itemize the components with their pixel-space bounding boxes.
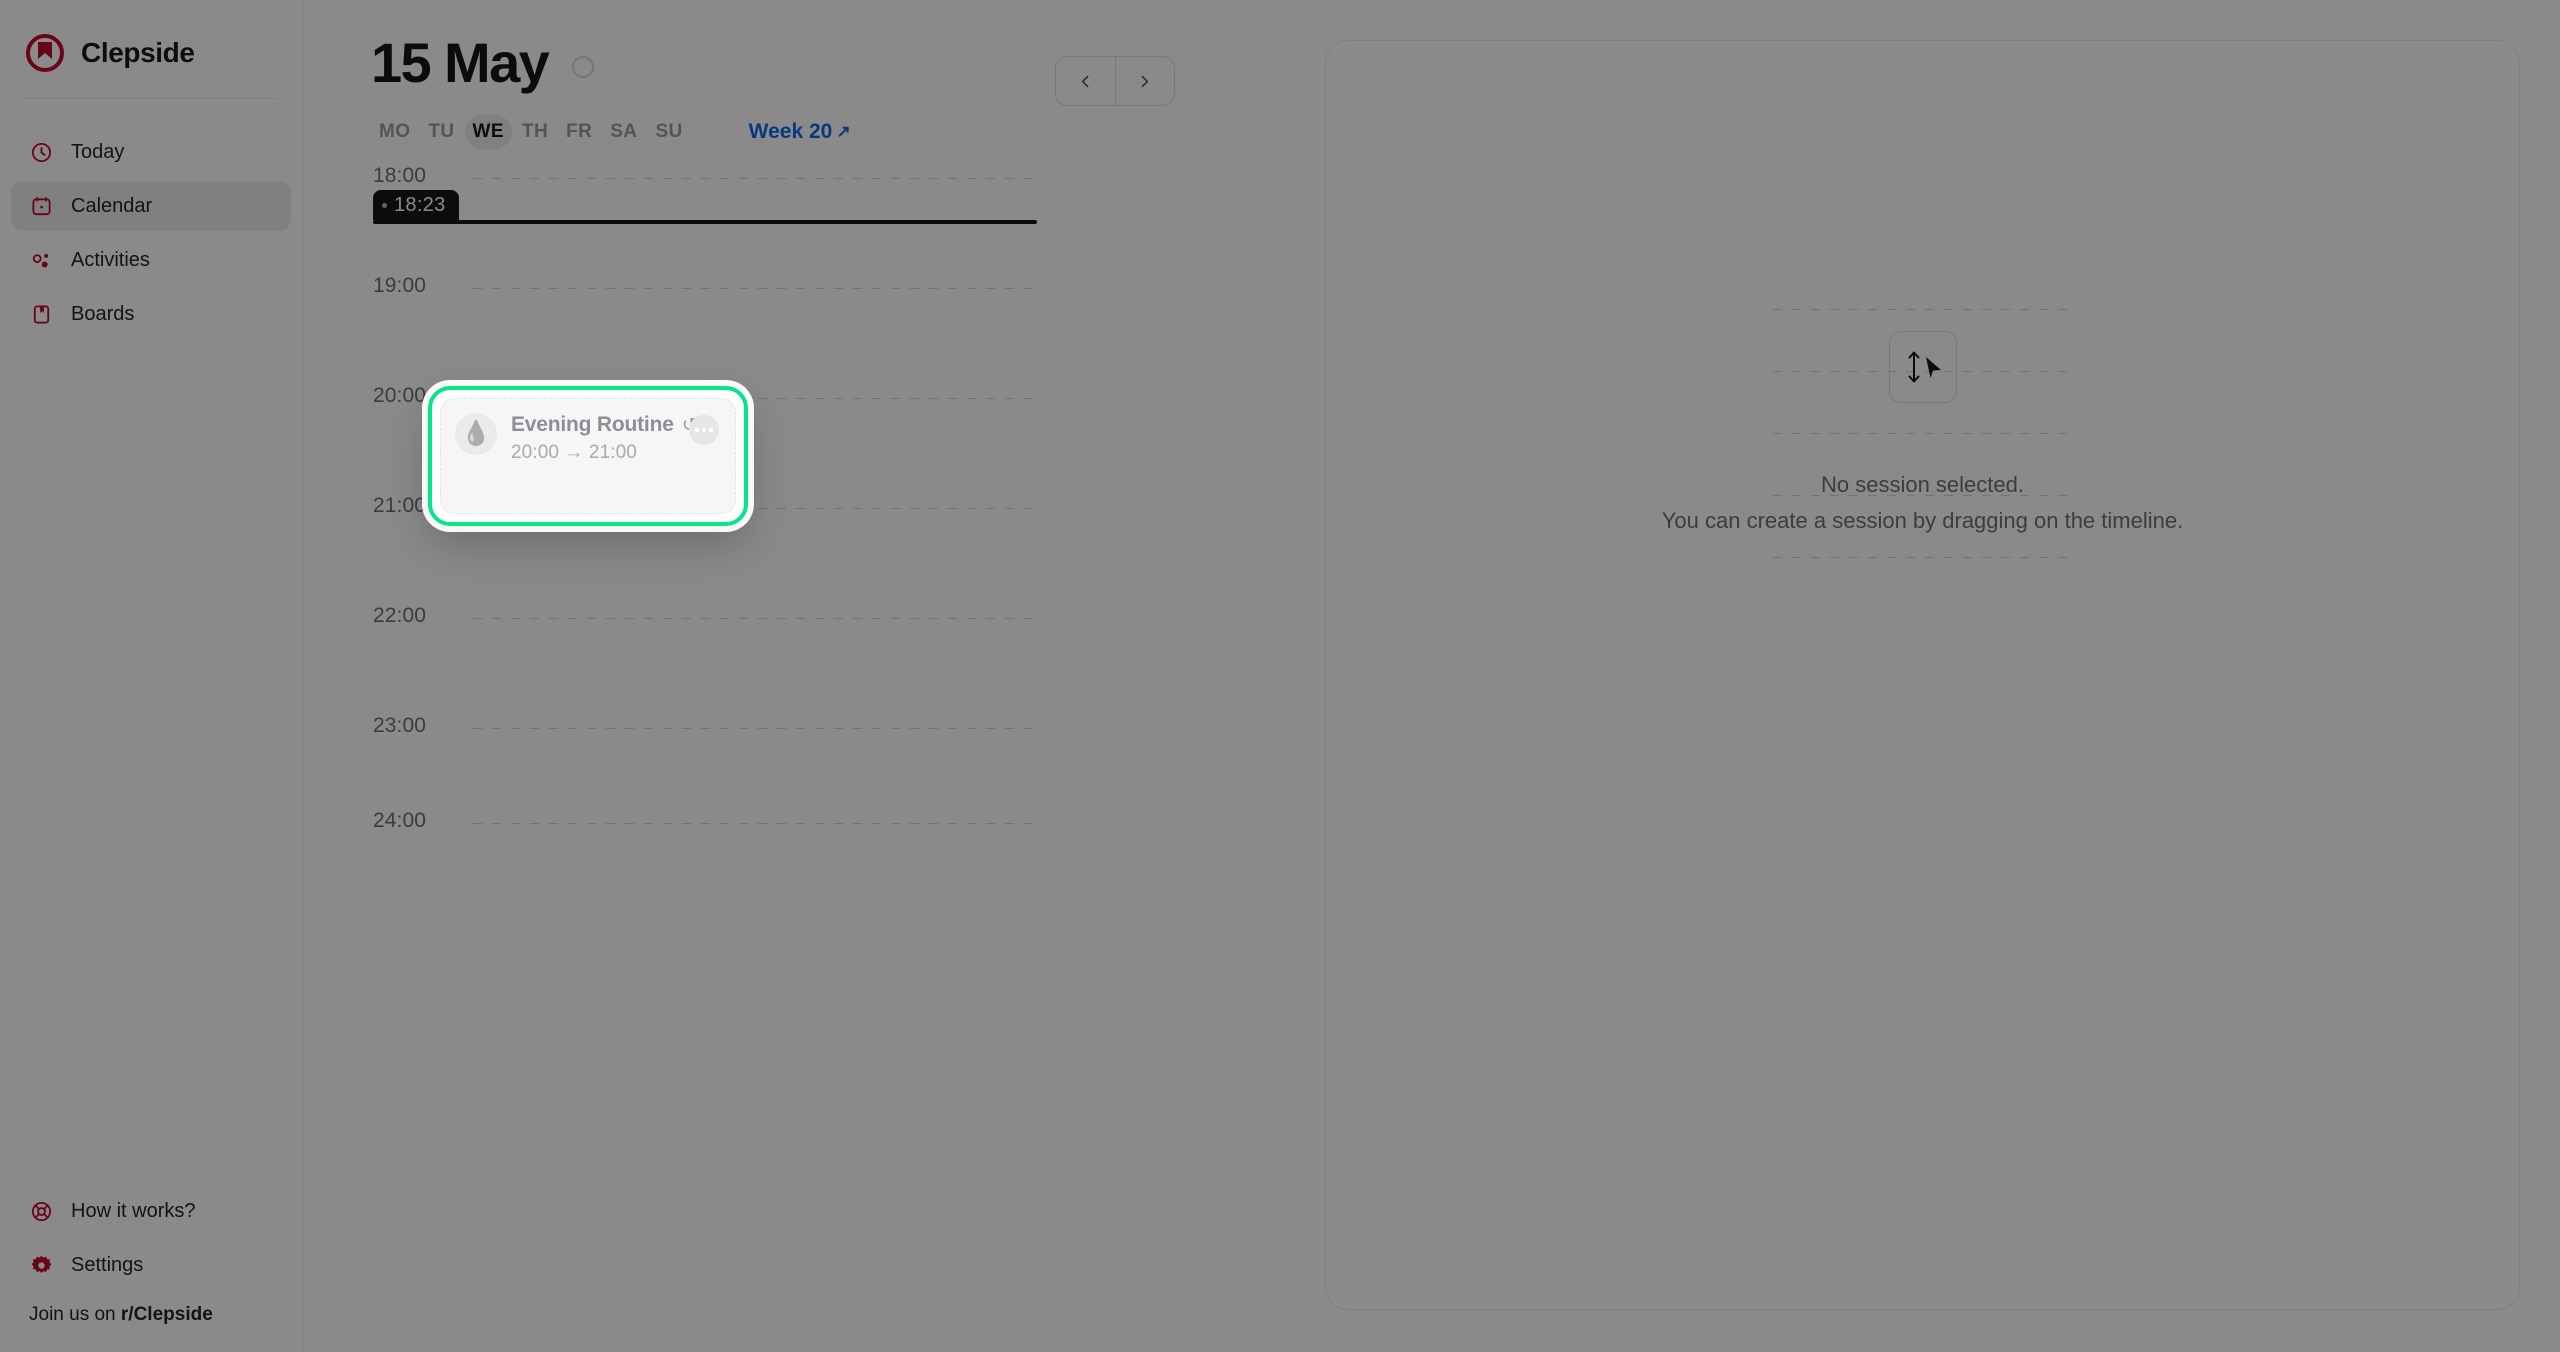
hour-row: 18:00 (303, 178, 1323, 179)
current-time-label: 18:23 (394, 194, 446, 217)
community-subreddit: r/Clepside (121, 1304, 213, 1325)
hour-label: 24:00 (373, 809, 426, 833)
day-navigation (1055, 56, 1175, 106)
sidebar: Clepside Today (0, 0, 303, 1352)
gear-icon (29, 1253, 53, 1277)
current-time-dot-icon (382, 203, 387, 208)
hour-label: 19:00 (373, 274, 426, 298)
clepside-logo-icon (26, 34, 64, 72)
avatar: 💧 (455, 413, 497, 455)
sidebar-item-settings[interactable]: Settings (11, 1240, 291, 1290)
sidebar-item-label: How it works? (71, 1200, 195, 1223)
week-link[interactable]: Week 20 ↗ (749, 120, 851, 144)
page-title: 15 May (371, 34, 548, 93)
more-horizontal-icon (695, 428, 699, 432)
brand[interactable]: Clepside (0, 0, 302, 80)
hour-gridline (473, 288, 1037, 289)
hour-gridline (473, 618, 1037, 619)
community-prefix: Join us on (29, 1304, 121, 1325)
sidebar-item-label: Settings (71, 1254, 143, 1277)
weekday-sa[interactable]: SA (602, 115, 645, 149)
boards-icon (29, 302, 53, 326)
weekday-th[interactable]: TH (514, 115, 556, 149)
session-card-body[interactable]: 💧 Evening Routine ↺ 20:00 → 21:00 (440, 398, 736, 514)
session-more-button[interactable] (689, 415, 719, 445)
current-time-line (373, 220, 1037, 224)
sidebar-item-label: Calendar (71, 195, 152, 218)
hour-label: 23:00 (373, 714, 426, 738)
sidebar-item-label: Today (71, 141, 124, 164)
sync-circle-icon (572, 56, 594, 78)
day-timeline[interactable]: 18:00 19:00 20:00 21:00 22:00 23:00 (303, 150, 1323, 1352)
weekday-su[interactable]: SU (647, 115, 690, 149)
hour-label: 21:00 (373, 494, 426, 518)
chevron-left-icon (1077, 73, 1094, 90)
weekday-mo[interactable]: MO (371, 115, 418, 149)
resize-cursor-icon (1889, 331, 1957, 403)
hour-label: 20:00 (373, 384, 426, 408)
sidebar-item-label: Activities (71, 249, 150, 272)
hour-row: 23:00 (303, 728, 1323, 729)
weekday-tu[interactable]: TU (420, 115, 462, 149)
hour-row: 24:00 (303, 823, 1323, 824)
prev-day-button[interactable] (1056, 57, 1115, 105)
hour-label: 22:00 (373, 604, 426, 628)
hour-row: 22:00 (303, 618, 1323, 619)
calendar-main: 15 May MO TU WE TH FR SA SU Week 20 ↗ (303, 0, 1323, 1352)
sidebar-divider (24, 98, 278, 99)
sidebar-item-activities[interactable]: Activities (11, 235, 291, 285)
sidebar-bottom-nav: How it works? Settings Join us on r/Clep… (0, 1186, 302, 1352)
hour-gridline (473, 178, 1037, 179)
date-title-row: 15 May (371, 34, 1323, 93)
clock-icon (29, 140, 53, 164)
activities-icon (29, 248, 53, 272)
sidebar-item-boards[interactable]: Boards (11, 289, 291, 339)
session-detail-panel: No session selected. You can create a se… (1325, 40, 2520, 1310)
hour-label: 18:00 (373, 164, 426, 188)
sidebar-item-today[interactable]: Today (11, 127, 291, 177)
arrow-up-right-icon: ↗ (836, 122, 850, 142)
sidebar-item-how-it-works[interactable]: How it works? (11, 1186, 291, 1236)
community-link[interactable]: Join us on r/Clepside (11, 1294, 291, 1326)
session-card[interactable]: 💧 Evening Routine ↺ 20:00 → 21:00 (428, 386, 748, 526)
session-title: Evening Routine (511, 413, 674, 437)
hour-row: 19:00 (303, 288, 1323, 289)
week-link-label: Week 20 (749, 120, 833, 144)
hour-gridline (473, 728, 1037, 729)
empty-state: No session selected. You can create a se… (1326, 331, 2519, 540)
hour-gridline (473, 823, 1037, 824)
lifebuoy-icon (29, 1199, 53, 1223)
session-time-range: 20:00 → 21:00 (511, 442, 721, 464)
more-horizontal-icon (702, 428, 706, 432)
current-time-pill: 18:23 (373, 190, 459, 220)
app-window: Clepside Today (0, 0, 2560, 1352)
weekday-fr[interactable]: FR (558, 115, 600, 149)
calendar-icon (29, 194, 53, 218)
next-day-button[interactable] (1115, 57, 1175, 105)
chevron-right-icon (1136, 73, 1153, 90)
sidebar-nav: Today Calendar (0, 127, 302, 339)
sidebar-item-label: Boards (71, 303, 134, 326)
sidebar-item-calendar[interactable]: Calendar (11, 181, 291, 231)
brand-name: Clepside (81, 37, 195, 69)
weekday-we[interactable]: WE (465, 115, 512, 149)
more-horizontal-icon (709, 428, 713, 432)
